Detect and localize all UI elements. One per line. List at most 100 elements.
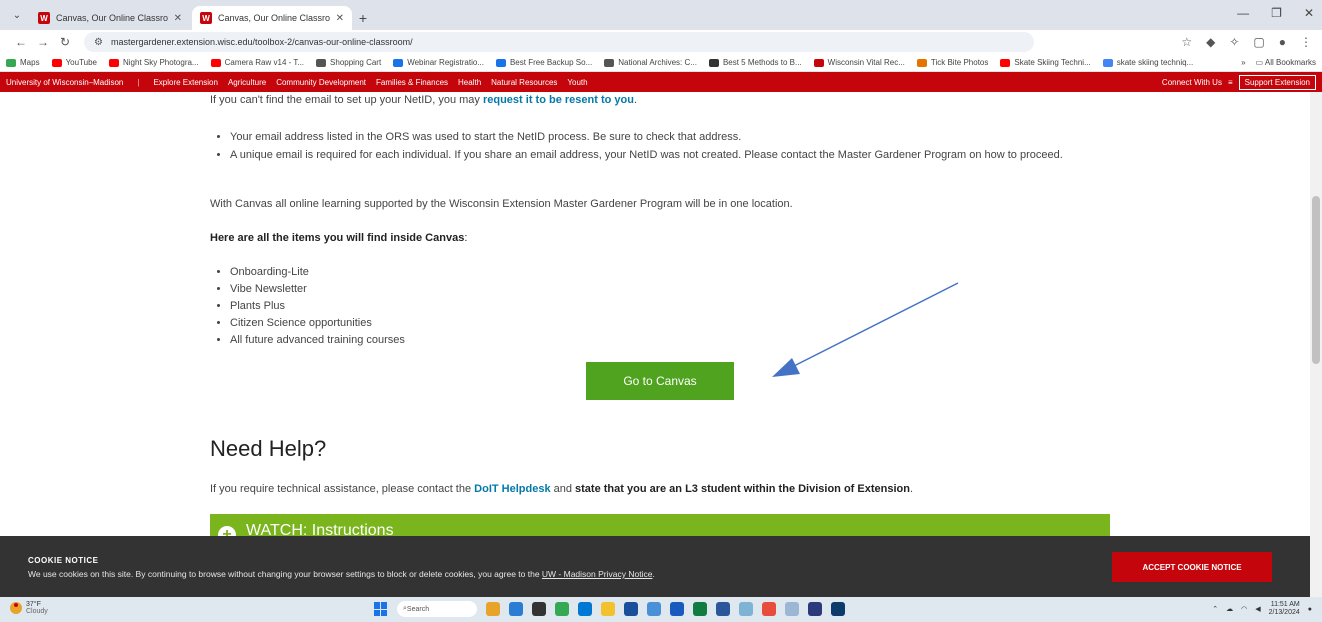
minimize-icon[interactable]: — xyxy=(1237,6,1249,20)
chrome-app-icon[interactable] xyxy=(555,602,569,616)
bookmark-label: Shopping Cart xyxy=(330,58,382,67)
bookmark-star-icon[interactable]: ☆ xyxy=(1181,35,1192,49)
nav-agriculture[interactable]: Agriculture xyxy=(228,78,266,87)
bookmark-item[interactable]: Maps xyxy=(6,58,40,67)
close-tab-icon[interactable]: ✕ xyxy=(336,13,344,24)
bookmark-item[interactable]: Shopping Cart xyxy=(316,58,381,67)
bookmarks-overflow[interactable]: » xyxy=(1241,58,1245,67)
site-info-icon[interactable]: ⚙ xyxy=(94,37,103,48)
need-help-heading: Need Help? xyxy=(210,436,327,461)
menu-kebab-icon[interactable]: ⋮ xyxy=(1300,35,1312,49)
teams-app-icon[interactable] xyxy=(509,602,523,616)
canvas-paragraph: With Canvas all online learning supporte… xyxy=(210,198,793,210)
nav-health[interactable]: Health xyxy=(458,78,481,87)
bookmark-favicon-icon xyxy=(316,58,327,67)
folder-icon: ▭ xyxy=(1255,58,1265,67)
close-tab-icon[interactable]: ✕ xyxy=(174,13,182,24)
scrollbar-thumb[interactable] xyxy=(1312,196,1320,364)
reload-icon[interactable]: ↻ xyxy=(54,35,76,49)
sidebar-icon[interactable]: ▢ xyxy=(1253,35,1264,49)
bookmark-item[interactable]: Camera Raw v14 - T... xyxy=(210,58,305,67)
nav-community-development[interactable]: Community Development xyxy=(276,78,366,87)
address-bar[interactable]: ⚙ mastergardener.extension.wisc.edu/tool… xyxy=(84,32,1034,52)
go-to-canvas-button[interactable]: Go to Canvas xyxy=(586,362,734,400)
bookmark-item[interactable]: Best 5 Methods to B... xyxy=(708,58,802,67)
bookmark-item[interactable]: Best Free Backup So... xyxy=(495,58,592,67)
request-resend-link[interactable]: request it to be resent to you xyxy=(483,94,634,106)
outlook-app-icon[interactable] xyxy=(716,602,730,616)
bookmark-item[interactable]: Wisconsin Vital Rec... xyxy=(813,58,905,67)
support-extension-button[interactable]: Support Extension xyxy=(1238,74,1316,90)
profile-icon[interactable]: ● xyxy=(1279,35,1286,49)
cookie-notice: COOKIE NOTICE We use cookies on this sit… xyxy=(0,536,1310,597)
bookmark-item[interactable]: skate skiing techniq... xyxy=(1102,58,1193,67)
bookmarks-bar: Maps YouTube Night Sky Photogra... Camera R… xyxy=(0,54,1322,72)
new-tab-icon[interactable]: + xyxy=(352,6,374,30)
page-scrollbar[interactable] xyxy=(1310,92,1322,597)
bookmark-favicon-icon xyxy=(813,58,824,67)
nav-families-finances[interactable]: Families & Finances xyxy=(376,78,448,87)
notification-icon[interactable]: ● xyxy=(1308,606,1312,613)
nav-explore-extension[interactable]: Explore Extension xyxy=(153,78,217,87)
connect-with-us-link[interactable]: Connect With Us xyxy=(1162,78,1222,87)
chevron-up-icon[interactable]: ⌃ xyxy=(1212,605,1218,613)
onedrive-icon[interactable]: ☁ xyxy=(1226,605,1233,613)
nav-natural-resources[interactable]: Natural Resources xyxy=(491,78,557,87)
arrow-head xyxy=(772,358,800,377)
app-icon[interactable] xyxy=(532,602,546,616)
nav-youth[interactable]: Youth xyxy=(567,78,587,87)
browser-toolbar: ← → ↻ ⚙ mastergardener.extension.wisc.ed… xyxy=(0,30,1322,54)
excel-app-icon[interactable] xyxy=(693,602,707,616)
app-icon[interactable] xyxy=(762,602,776,616)
bookmark-item[interactable]: YouTube xyxy=(51,58,97,67)
taskbar-search[interactable]: ⌕ Search xyxy=(397,601,477,617)
extensions-puzzle-icon[interactable]: ✧ xyxy=(1229,35,1239,49)
clock[interactable]: 11:51 AM 2/13/2024 xyxy=(1269,601,1300,617)
bookmark-item[interactable]: Skate Skiing Techni... xyxy=(1000,58,1091,67)
widgets-app-icon[interactable] xyxy=(486,602,500,616)
app-icon[interactable] xyxy=(739,602,753,616)
app-icon[interactable] xyxy=(647,602,661,616)
weather-icon xyxy=(10,602,22,614)
browser-tab[interactable]: W Canvas, Our Online Classroom ✕ xyxy=(30,6,190,30)
wifi-icon[interactable]: ◠ xyxy=(1241,605,1247,613)
bookmark-label: Camera Raw v14 - T... xyxy=(224,58,305,67)
bookmark-label: YouTube xyxy=(65,58,97,67)
doit-helpdesk-link[interactable]: DoIT Helpdesk xyxy=(474,483,550,495)
bookmark-favicon-icon xyxy=(1000,58,1011,67)
list-item: A unique email is required for each indi… xyxy=(230,146,1110,164)
accept-cookie-button[interactable]: ACCEPT COOKIE NOTICE xyxy=(1112,552,1272,582)
bookmark-favicon-icon xyxy=(1102,58,1113,67)
weather-temp: 37°F xyxy=(26,601,41,608)
toolbar-icons: ☆ ◆ ✧ ▢ ● ⋮ xyxy=(1181,35,1312,49)
forward-icon[interactable]: → xyxy=(32,35,54,49)
maximize-icon[interactable]: ❐ xyxy=(1271,6,1282,20)
edge-app-icon[interactable] xyxy=(578,602,592,616)
tab-search-icon[interactable]: ⌄ xyxy=(6,4,28,26)
close-window-icon[interactable]: ✕ xyxy=(1304,6,1314,20)
bookmark-item[interactable]: National Archives: C... xyxy=(604,58,697,67)
volume-icon[interactable]: ◀ xyxy=(1255,605,1260,613)
uw-favicon-icon: W xyxy=(38,12,50,24)
weather-widget[interactable]: 37°F Cloudy xyxy=(10,601,48,615)
file-explorer-icon[interactable] xyxy=(601,602,615,616)
all-bookmarks[interactable]: ▭ All Bookmarks xyxy=(1256,58,1316,67)
word-app-icon[interactable] xyxy=(670,602,684,616)
bookmark-item[interactable]: Webinar Registratio... xyxy=(393,58,484,67)
browser-tab-active[interactable]: W Canvas, Our Online Classroom ✕ xyxy=(192,6,352,30)
app-icon[interactable] xyxy=(785,602,799,616)
bookmark-favicon-icon xyxy=(51,58,62,67)
lightroom-app-icon[interactable] xyxy=(808,602,822,616)
back-icon[interactable]: ← xyxy=(10,35,32,49)
browser-tab-bar: ⌄ W Canvas, Our Online Classroom ✕ W Can… xyxy=(0,0,1322,30)
hamburger-menu-icon[interactable]: ≡ xyxy=(1228,78,1233,87)
photoshop-app-icon[interactable] xyxy=(831,602,845,616)
store-app-icon[interactable] xyxy=(624,602,638,616)
uw-brand-link[interactable]: University of Wisconsin–Madison xyxy=(6,78,123,87)
extension-icon[interactable]: ◆ xyxy=(1206,35,1215,49)
bookmark-item[interactable]: Tick Bite Photos xyxy=(916,58,988,67)
bookmark-item[interactable]: Night Sky Photogra... xyxy=(109,58,199,67)
bookmark-favicon-icon xyxy=(109,58,119,67)
privacy-notice-link[interactable]: UW - Madison Privacy Notice xyxy=(542,569,653,579)
windows-start-icon[interactable] xyxy=(374,602,388,616)
